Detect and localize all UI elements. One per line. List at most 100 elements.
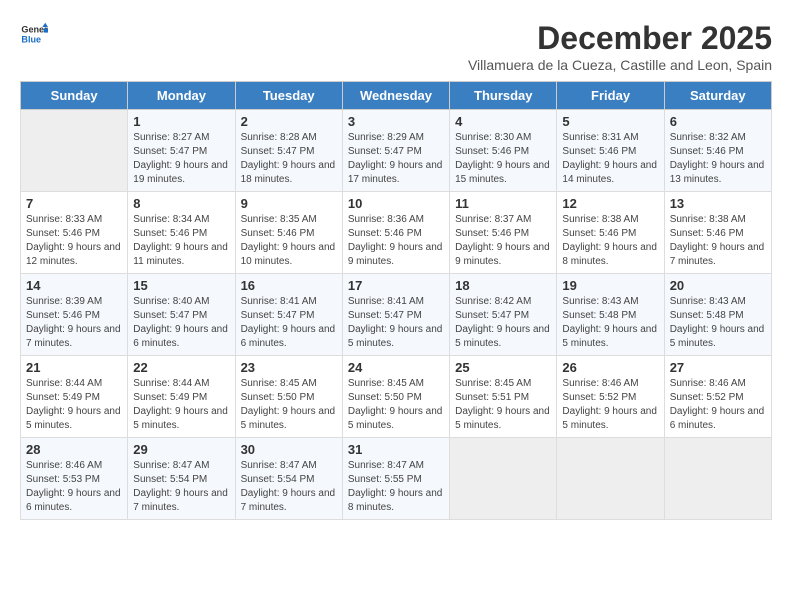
day-cell: 11 Sunrise: 8:37 AMSunset: 5:46 PMDayligh… [450, 192, 557, 274]
day-cell: 5 Sunrise: 8:31 AMSunset: 5:46 PMDaylight… [557, 110, 664, 192]
day-info: Sunrise: 8:38 AMSunset: 5:46 PMDaylight:… [562, 213, 658, 269]
day-info: Sunrise: 8:45 AMSunset: 5:51 PMDaylight:… [455, 377, 551, 433]
day-number: 27 [670, 360, 766, 375]
day-cell [21, 110, 128, 192]
day-cell: 6 Sunrise: 8:32 AMSunset: 5:46 PMDaylight… [664, 110, 771, 192]
day-cell: 7 Sunrise: 8:33 AMSunset: 5:46 PMDaylight… [21, 192, 128, 274]
weekday-header-wednesday: Wednesday [342, 82, 449, 110]
day-info: Sunrise: 8:37 AMSunset: 5:46 PMDaylight:… [455, 213, 551, 269]
weekday-header-friday: Friday [557, 82, 664, 110]
day-cell: 21 Sunrise: 8:44 AMSunset: 5:49 PMDayligh… [21, 356, 128, 438]
day-number: 28 [26, 442, 122, 457]
day-number: 21 [26, 360, 122, 375]
day-info: Sunrise: 8:35 AMSunset: 5:46 PMDaylight:… [241, 213, 337, 269]
day-cell: 18 Sunrise: 8:42 AMSunset: 5:47 PMDayligh… [450, 274, 557, 356]
day-cell: 16 Sunrise: 8:41 AMSunset: 5:47 PMDayligh… [235, 274, 342, 356]
day-info: Sunrise: 8:27 AMSunset: 5:47 PMDaylight:… [133, 131, 229, 187]
day-number: 9 [241, 196, 337, 211]
day-info: Sunrise: 8:44 AMSunset: 5:49 PMDaylight:… [133, 377, 229, 433]
day-cell [664, 438, 771, 520]
day-info: Sunrise: 8:45 AMSunset: 5:50 PMDaylight:… [348, 377, 444, 433]
day-info: Sunrise: 8:43 AMSunset: 5:48 PMDaylight:… [670, 295, 766, 351]
day-cell: 26Sunrise: 8:46 AMSunset: 5:52 PMDayligh… [557, 356, 664, 438]
day-cell: 8 Sunrise: 8:34 AMSunset: 5:46 PMDaylight… [128, 192, 235, 274]
day-info: Sunrise: 8:31 AMSunset: 5:46 PMDaylight:… [562, 131, 658, 187]
day-number: 23 [241, 360, 337, 375]
day-cell: 27 Sunrise: 8:46 AMSunset: 5:52 PMDayligh… [664, 356, 771, 438]
day-cell: 1 Sunrise: 8:27 AMSunset: 5:47 PMDaylight… [128, 110, 235, 192]
day-cell [557, 438, 664, 520]
day-cell: 17Sunrise: 8:41 AMSunset: 5:47 PMDayligh… [342, 274, 449, 356]
day-cell: 29Sunrise: 8:47 AMSunset: 5:54 PMDayligh… [128, 438, 235, 520]
day-info: Sunrise: 8:29 AMSunset: 5:47 PMDaylight:… [348, 131, 444, 187]
day-number: 31 [348, 442, 444, 457]
day-cell: 31Sunrise: 8:47 AMSunset: 5:55 PMDayligh… [342, 438, 449, 520]
day-info: Sunrise: 8:39 AMSunset: 5:46 PMDaylight:… [26, 295, 122, 351]
day-number: 11 [455, 196, 551, 211]
day-number: 18 [455, 278, 551, 293]
svg-text:Blue: Blue [21, 34, 41, 44]
day-cell: 30Sunrise: 8:47 AMSunset: 5:54 PMDayligh… [235, 438, 342, 520]
day-number: 20 [670, 278, 766, 293]
day-number: 30 [241, 442, 337, 457]
day-number: 19 [562, 278, 658, 293]
day-number: 4 [455, 114, 551, 129]
day-info: Sunrise: 8:34 AMSunset: 5:46 PMDaylight:… [133, 213, 229, 269]
day-cell: 14 Sunrise: 8:39 AMSunset: 5:46 PMDayligh… [21, 274, 128, 356]
day-cell: 24Sunrise: 8:45 AMSunset: 5:50 PMDayligh… [342, 356, 449, 438]
day-number: 22 [133, 360, 229, 375]
day-info: Sunrise: 8:42 AMSunset: 5:47 PMDaylight:… [455, 295, 551, 351]
day-number: 17 [348, 278, 444, 293]
day-info: Sunrise: 8:43 AMSunset: 5:48 PMDaylight:… [562, 295, 658, 351]
day-info: Sunrise: 8:28 AMSunset: 5:47 PMDaylight:… [241, 131, 337, 187]
day-cell: 28Sunrise: 8:46 AMSunset: 5:53 PMDayligh… [21, 438, 128, 520]
day-info: Sunrise: 8:30 AMSunset: 5:46 PMDaylight:… [455, 131, 551, 187]
week-row-1: 1 Sunrise: 8:27 AMSunset: 5:47 PMDaylight… [21, 110, 772, 192]
day-info: Sunrise: 8:36 AMSunset: 5:46 PMDaylight:… [348, 213, 444, 269]
day-cell: 12 Sunrise: 8:38 AMSunset: 5:46 PMDayligh… [557, 192, 664, 274]
day-cell: 22 Sunrise: 8:44 AMSunset: 5:49 PMDayligh… [128, 356, 235, 438]
day-number: 8 [133, 196, 229, 211]
title-block: December 2025 Villamuera de la Cueza, Ca… [468, 20, 772, 73]
day-info: Sunrise: 8:44 AMSunset: 5:49 PMDaylight:… [26, 377, 122, 433]
week-row-2: 7 Sunrise: 8:33 AMSunset: 5:46 PMDaylight… [21, 192, 772, 274]
week-row-4: 21 Sunrise: 8:44 AMSunset: 5:49 PMDayligh… [21, 356, 772, 438]
weekday-header-sunday: Sunday [21, 82, 128, 110]
logo-icon: General Blue [20, 20, 48, 48]
day-number: 13 [670, 196, 766, 211]
day-number: 3 [348, 114, 444, 129]
day-info: Sunrise: 8:47 AMSunset: 5:54 PMDaylight:… [133, 459, 229, 515]
day-number: 7 [26, 196, 122, 211]
week-row-3: 14 Sunrise: 8:39 AMSunset: 5:46 PMDayligh… [21, 274, 772, 356]
day-number: 2 [241, 114, 337, 129]
day-cell: 23Sunrise: 8:45 AMSunset: 5:50 PMDayligh… [235, 356, 342, 438]
day-info: Sunrise: 8:38 AMSunset: 5:46 PMDaylight:… [670, 213, 766, 269]
day-number: 1 [133, 114, 229, 129]
page-header: General Blue December 2025 Villamuera de… [20, 20, 772, 73]
day-cell: 9 Sunrise: 8:35 AMSunset: 5:46 PMDaylight… [235, 192, 342, 274]
calendar-table: SundayMondayTuesdayWednesdayThursdayFrid… [20, 81, 772, 520]
day-info: Sunrise: 8:46 AMSunset: 5:52 PMDaylight:… [670, 377, 766, 433]
day-number: 15 [133, 278, 229, 293]
weekday-header-monday: Monday [128, 82, 235, 110]
day-number: 12 [562, 196, 658, 211]
weekday-header-saturday: Saturday [664, 82, 771, 110]
day-cell: 13 Sunrise: 8:38 AMSunset: 5:46 PMDayligh… [664, 192, 771, 274]
weekday-header-row: SundayMondayTuesdayWednesdayThursdayFrid… [21, 82, 772, 110]
day-cell: 25 Sunrise: 8:45 AMSunset: 5:51 PMDayligh… [450, 356, 557, 438]
day-number: 25 [455, 360, 551, 375]
weekday-header-thursday: Thursday [450, 82, 557, 110]
day-cell: 3 Sunrise: 8:29 AMSunset: 5:47 PMDaylight… [342, 110, 449, 192]
day-number: 6 [670, 114, 766, 129]
day-number: 14 [26, 278, 122, 293]
day-info: Sunrise: 8:41 AMSunset: 5:47 PMDaylight:… [241, 295, 337, 351]
day-number: 5 [562, 114, 658, 129]
day-info: Sunrise: 8:32 AMSunset: 5:46 PMDaylight:… [670, 131, 766, 187]
day-cell: 19 Sunrise: 8:43 AMSunset: 5:48 PMDayligh… [557, 274, 664, 356]
day-info: Sunrise: 8:33 AMSunset: 5:46 PMDaylight:… [26, 213, 122, 269]
week-row-5: 28Sunrise: 8:46 AMSunset: 5:53 PMDayligh… [21, 438, 772, 520]
day-info: Sunrise: 8:40 AMSunset: 5:47 PMDaylight:… [133, 295, 229, 351]
day-cell: 2 Sunrise: 8:28 AMSunset: 5:47 PMDaylight… [235, 110, 342, 192]
day-number: 16 [241, 278, 337, 293]
month-title: December 2025 [468, 20, 772, 57]
